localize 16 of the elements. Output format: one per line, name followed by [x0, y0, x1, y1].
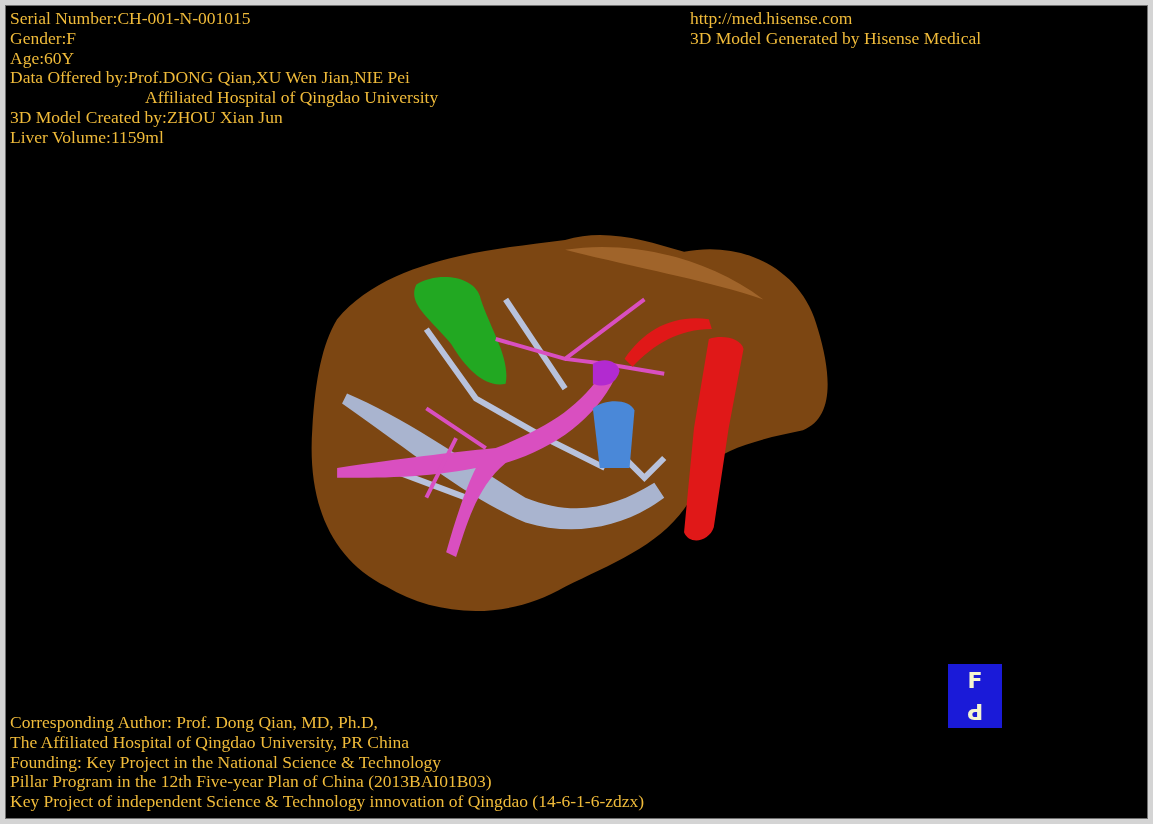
- viewport[interactable]: [5, 5, 1148, 819]
- info-text: Liver Volume:1159ml: [10, 127, 164, 148]
- info-text: http://med.hisense.com: [690, 9, 853, 29]
- info-text: Founding: Key Project in the National Science & Technology: [10, 752, 441, 773]
- info-text: The Affiliated Hospital of Qingdao University, PR China: [10, 732, 410, 753]
- info-text: 3D Model Created by:ZHOU Xian Jun: [10, 108, 283, 128]
- info-text: 3D Model Generated by Hisense Medical: [690, 28, 982, 49]
- info-text: Affiliated Hospital of Qingdao University: [145, 88, 439, 108]
- info-text: Data Offered by:Prof.DONG Qian,XU Wen Jian,NIE Pei: [10, 68, 410, 89]
- info-text: Serial Number:CH-001-N-001015: [10, 9, 251, 29]
- info-text: Corresponding Author: Prof. Dong Qian, MD, Ph.D,: [10, 713, 378, 733]
- info-text: Gender:F: [10, 28, 77, 49]
- info-text: Age:60Y: [10, 48, 75, 69]
- orientation-cube[interactable]: F P: [948, 664, 1002, 728]
- info-text: Pillar Program in the 12th Five-year Plan of China (2013BAI01B03): [10, 772, 492, 793]
- info-text: Key Project of independent Science & Technology innovation of Qingdao (14-6-1-6-zdzx): [10, 792, 645, 812]
